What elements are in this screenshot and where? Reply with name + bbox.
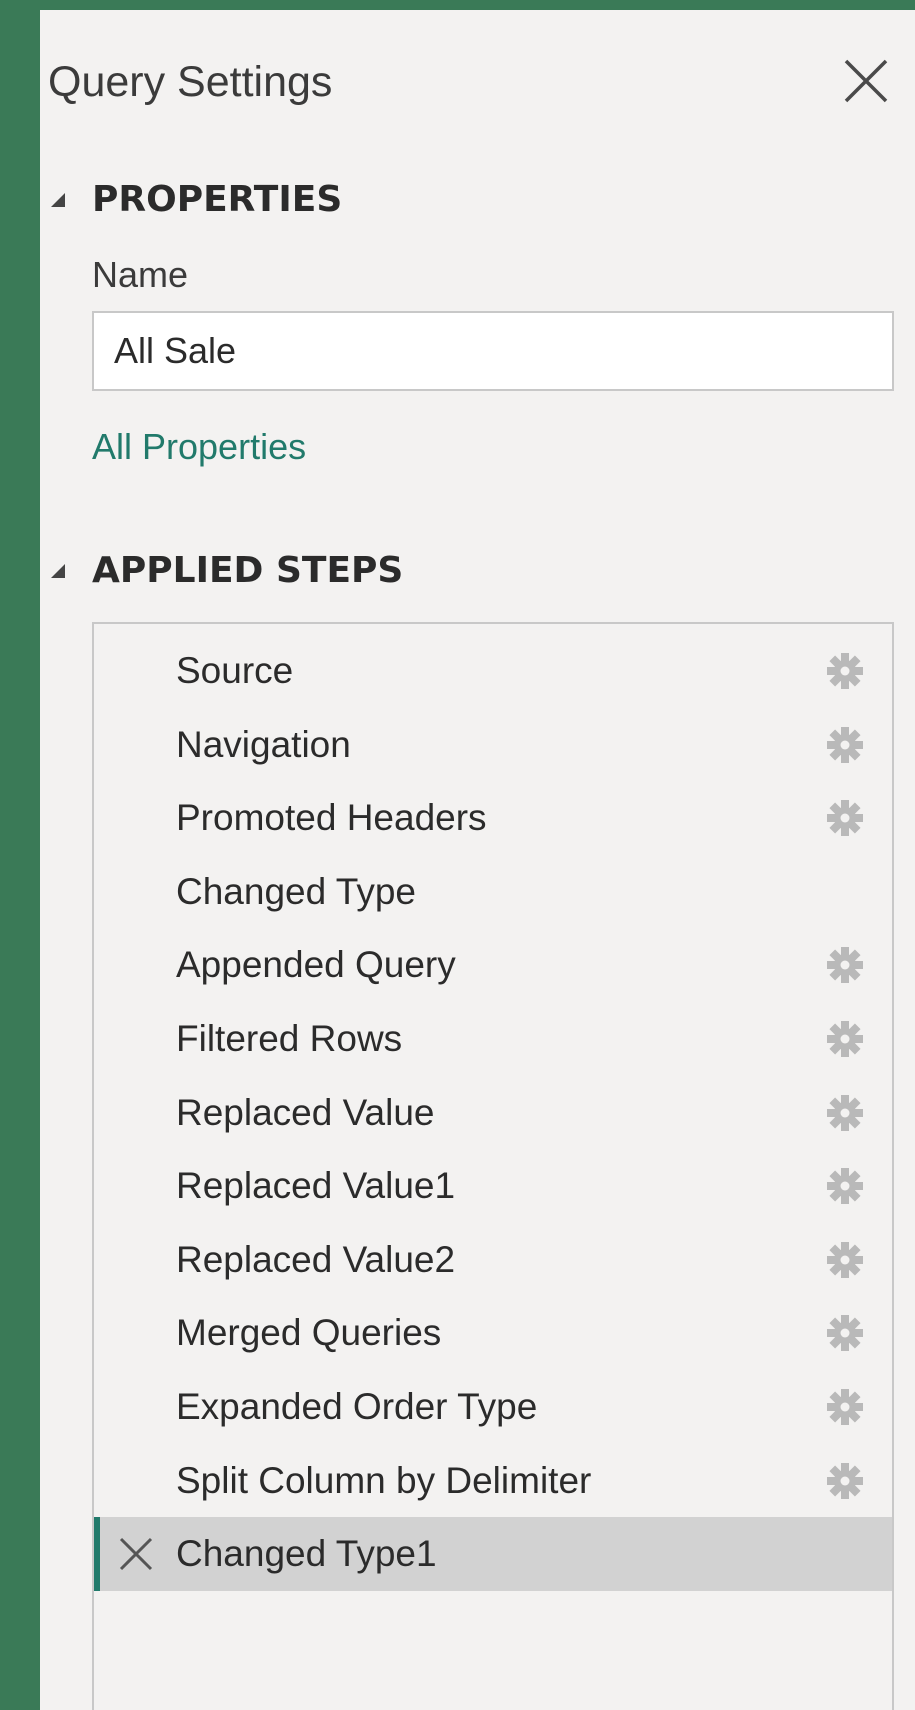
- applied-step-item[interactable]: Replaced Value2: [94, 1223, 892, 1297]
- applied-step-item[interactable]: Promoted Headers: [94, 781, 892, 855]
- applied-step-label: Changed Type1: [176, 1533, 437, 1575]
- step-settings-gear-icon[interactable]: [826, 946, 864, 984]
- step-settings-gear-icon[interactable]: [826, 1462, 864, 1500]
- applied-steps-section-header[interactable]: APPLIED STEPS: [92, 546, 403, 596]
- step-settings-gear-icon[interactable]: [826, 1388, 864, 1426]
- step-settings-gear-icon[interactable]: [826, 1167, 864, 1205]
- applied-step-label: Replaced Value2: [176, 1238, 456, 1280]
- step-settings-gear-icon[interactable]: [826, 1314, 864, 1352]
- applied-step-item[interactable]: Source: [94, 634, 892, 708]
- step-settings-gear-icon[interactable]: [826, 799, 864, 837]
- applied-step-label: Split Column by Delimiter: [176, 1459, 592, 1501]
- applied-step-item[interactable]: Split Column by Delimiter: [94, 1444, 892, 1518]
- step-settings-gear-icon[interactable]: [826, 1241, 864, 1279]
- steps-list: Source Navigation Promoted Headers Changed …: [94, 634, 892, 1591]
- applied-step-label: Promoted Headers: [176, 797, 487, 839]
- applied-step-label: Appended Query: [176, 944, 456, 986]
- properties-section-header[interactable]: PROPERTIES: [92, 175, 342, 225]
- applied-step-item[interactable]: Filtered Rows: [94, 1002, 892, 1076]
- pane-title: Query Settings: [48, 58, 333, 106]
- triangle-collapse-icon: [51, 564, 65, 578]
- applied-steps-list: Source Navigation Promoted Headers Changed …: [92, 622, 894, 1710]
- applied-step-item[interactable]: Merged Queries: [94, 1296, 892, 1370]
- step-settings-gear-icon[interactable]: [826, 1094, 864, 1132]
- applied-step-item[interactable]: Navigation: [94, 708, 892, 782]
- step-settings-gear-icon[interactable]: [826, 1020, 864, 1058]
- close-button[interactable]: [842, 55, 890, 107]
- step-settings-gear-icon[interactable]: [826, 652, 864, 690]
- applied-step-label: Expanded Order Type: [176, 1385, 538, 1427]
- collapse-applied-steps-toggle[interactable]: [50, 563, 66, 579]
- applied-step-item[interactable]: Changed Type1: [94, 1517, 892, 1591]
- applied-step-item[interactable]: Appended Query: [94, 928, 892, 1002]
- applied-step-label: Changed Type: [176, 870, 417, 912]
- applied-step-item[interactable]: Replaced Value1: [94, 1149, 892, 1223]
- applied-step-item[interactable]: Expanded Order Type: [94, 1370, 892, 1444]
- applied-step-label: Source: [176, 650, 294, 691]
- delete-step-icon[interactable]: [118, 1536, 154, 1572]
- applied-step-label: Replaced Value: [176, 1091, 435, 1133]
- name-label: Name: [92, 254, 189, 295]
- applied-step-label: Merged Queries: [176, 1312, 442, 1354]
- applied-step-label: Navigation: [176, 723, 351, 765]
- applied-step-label: Filtered Rows: [176, 1017, 403, 1059]
- step-settings-gear-icon[interactable]: [826, 726, 864, 764]
- applied-step-item[interactable]: Changed Type: [94, 855, 892, 929]
- triangle-collapse-icon: [51, 193, 65, 207]
- applied-step-item[interactable]: Replaced Value: [94, 1076, 892, 1150]
- close-icon: [844, 59, 888, 103]
- all-properties-link[interactable]: All Properties: [92, 422, 306, 472]
- query-name-input[interactable]: [92, 311, 894, 391]
- applied-step-label: Replaced Value1: [176, 1165, 456, 1207]
- collapse-properties-toggle[interactable]: [50, 192, 66, 208]
- query-settings-pane: Query Settings PROPERTIES Name All Prope…: [40, 10, 915, 1710]
